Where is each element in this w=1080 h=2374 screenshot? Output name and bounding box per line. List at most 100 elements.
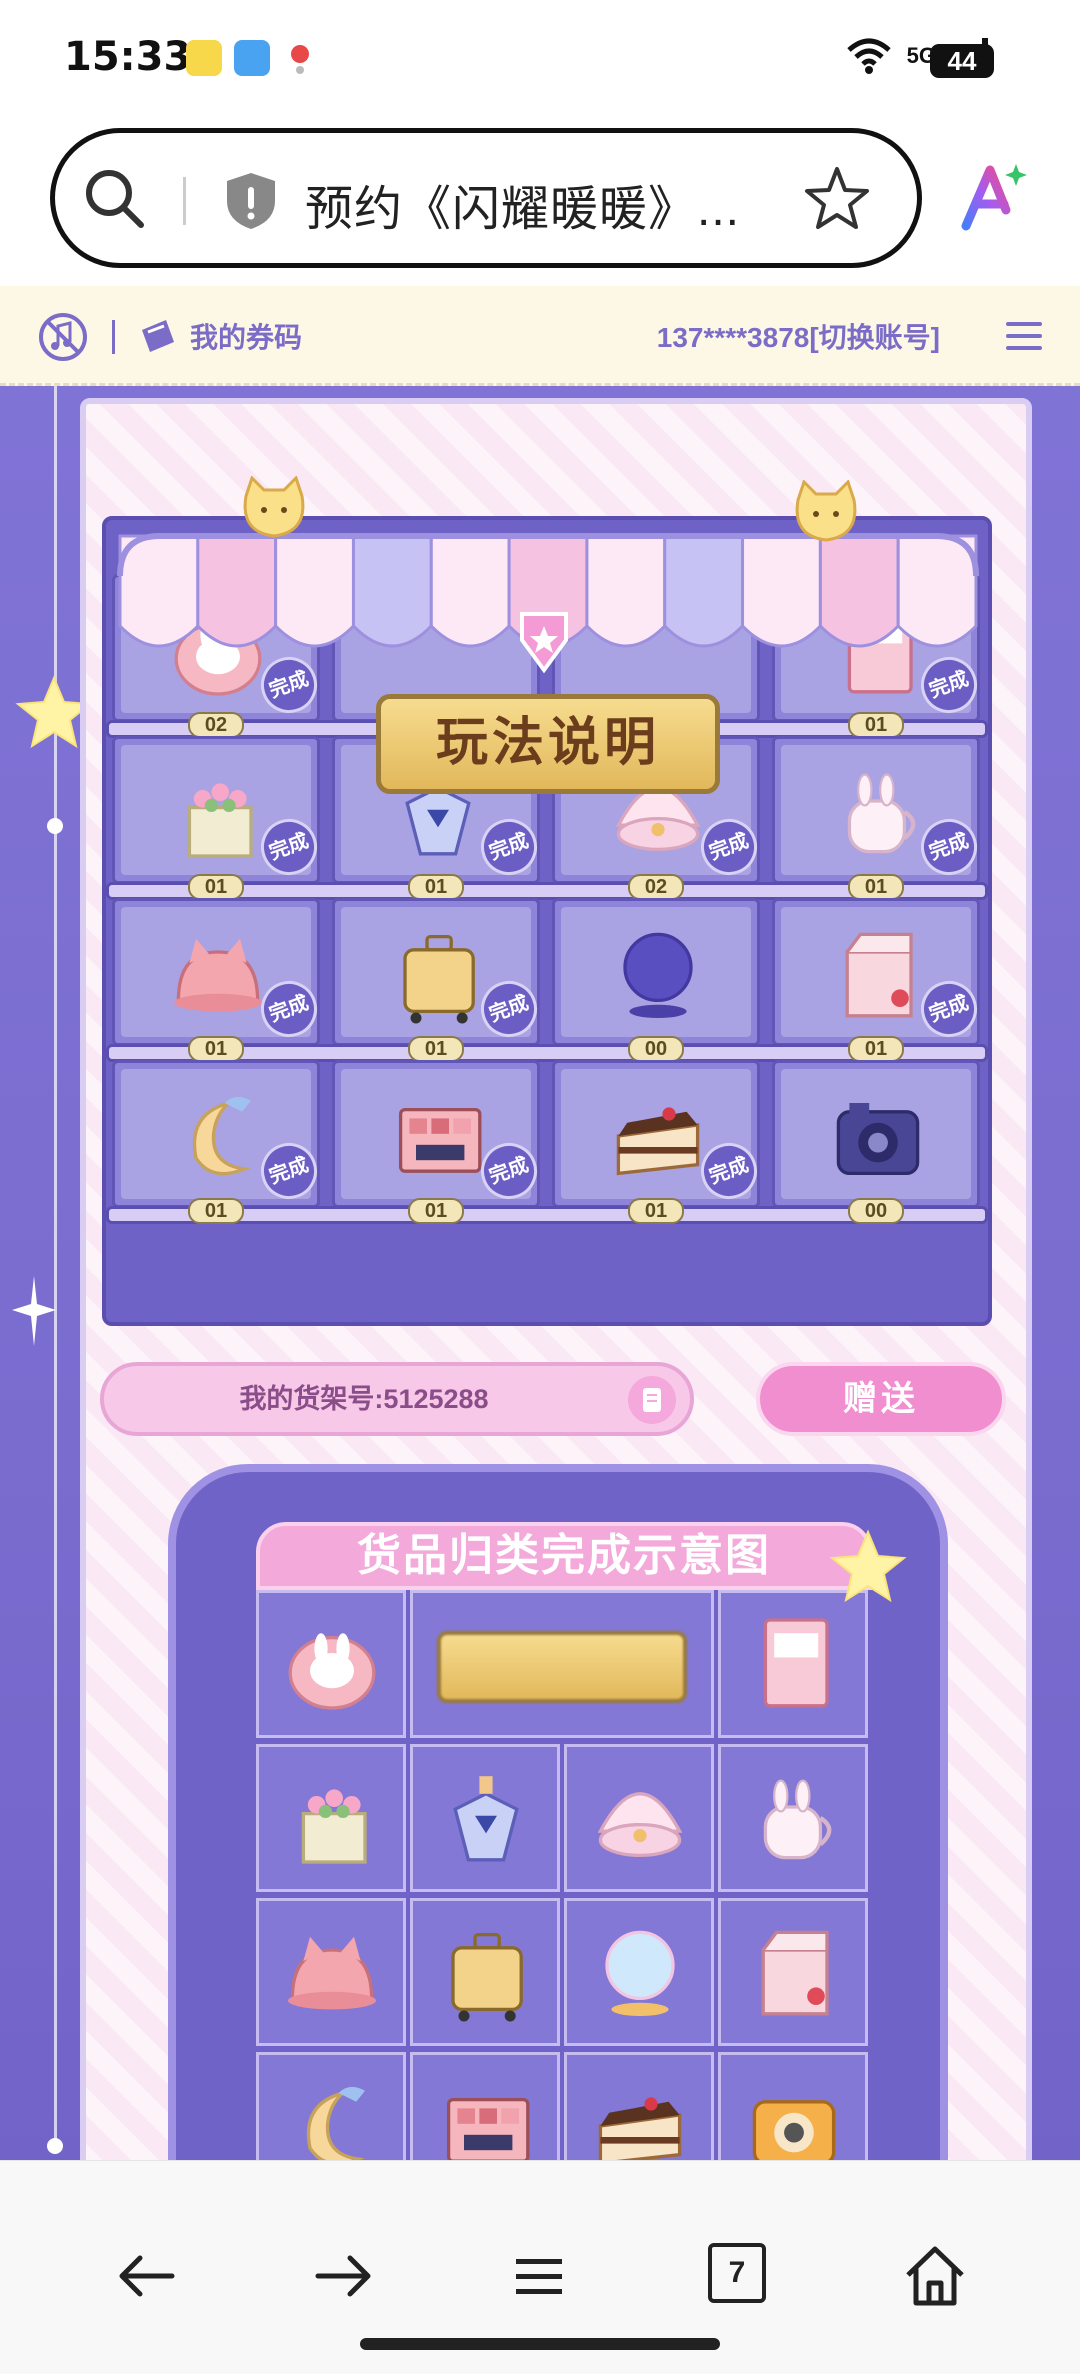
item-count: 01: [188, 1198, 244, 1224]
shell-ring-icon: [597, 1792, 683, 1858]
diagram-cell: [718, 1590, 868, 1738]
diagram-cell: [410, 1898, 560, 2046]
copy-icon: [643, 1388, 661, 1412]
app-notification-icon: [186, 40, 222, 76]
diagram-cell: [410, 1744, 560, 1892]
shelf-number-field: 我的货架号:5125288: [100, 1362, 694, 1436]
flower-basket-icon: [187, 783, 253, 858]
menu-icon[interactable]: [504, 2241, 574, 2311]
diagram-cell: [564, 2052, 714, 2160]
sparkle-star-icon: [829, 1529, 907, 1603]
suitcase-icon: [403, 934, 475, 1024]
shelf-slot[interactable]: [772, 1060, 980, 1208]
diagram-cell: [256, 1744, 406, 1892]
photo-album-icon: [763, 1618, 829, 1708]
home-icon[interactable]: [900, 2241, 970, 2311]
bunny-mug-icon: [763, 1779, 832, 1860]
star-icon[interactable]: [803, 165, 871, 233]
shelf-slot[interactable]: 完成: [332, 898, 545, 1046]
wifi-icon: [846, 38, 891, 74]
suitcase-icon: [451, 1932, 523, 2022]
tabs-button[interactable]: 7: [708, 2243, 766, 2303]
item-count: 00: [628, 1036, 684, 1062]
item-count: 01: [848, 874, 904, 900]
bunny-backpack-icon: [288, 1633, 376, 1710]
ticket-icon[interactable]: [138, 316, 178, 356]
forward-arrow-icon[interactable]: [308, 2241, 378, 2311]
shelf-slot[interactable]: 完成: [552, 1060, 765, 1208]
cat-mascot-icon: [795, 480, 857, 542]
bunny-mug-icon: [847, 773, 916, 854]
makeup-palette-icon: [398, 1107, 482, 1173]
flower-basket-icon: [301, 1789, 367, 1864]
status-bar: 15:33 5G 44: [0, 0, 1080, 120]
shelf-row: 完成 完成 完成 01 01 01 00: [106, 1060, 988, 1224]
cat-hat-icon: [174, 938, 262, 1012]
weather-icon: [234, 40, 270, 76]
diagram-cell: [564, 1744, 714, 1892]
makeup-palette-icon: [446, 2097, 530, 2160]
search-icon[interactable]: [83, 167, 147, 231]
shelf-slot[interactable]: 完成: [772, 898, 985, 1046]
status-time: 15:33: [64, 34, 192, 80]
crystal-ball-icon: [605, 1930, 675, 2016]
diagram-cell: [256, 1590, 406, 1738]
shelf-slot[interactable]: [552, 898, 760, 1046]
divider: [183, 177, 186, 225]
ai-assistant-icon[interactable]: [958, 160, 1030, 232]
shelf-slot[interactable]: 完成: [112, 736, 325, 884]
cake-slice-icon: [616, 1107, 700, 1176]
diagram-title: 货品归类完成示意图: [256, 1522, 872, 1590]
item-count: 01: [188, 1036, 244, 1062]
decorative-dot: [47, 2138, 63, 2154]
decorative-dot: [47, 818, 63, 834]
game-top-bar: 我的券码 137****3878[切换账号]: [0, 286, 1080, 386]
diagram-rules-slot: [410, 1590, 714, 1738]
divider: [112, 320, 115, 354]
diagram-cell: [564, 1898, 714, 2046]
copy-button[interactable]: [628, 1376, 676, 1424]
item-count: 01: [408, 1198, 464, 1224]
account-switch-link[interactable]: 137****3878[切换账号]: [657, 316, 940, 356]
diagram-cell: [410, 2052, 560, 2160]
gift-button[interactable]: 赠送: [756, 1362, 1006, 1436]
menu-icon[interactable]: [1004, 316, 1044, 356]
shelf-row: 完成 完成 完成 01 01 00 01: [106, 898, 988, 1062]
cake-slice-icon: [598, 2097, 682, 2160]
pointer-down-icon: [520, 612, 568, 674]
shelf-slot[interactable]: 完成: [112, 1060, 325, 1208]
rules-button[interactable]: 玩法说明: [376, 694, 720, 794]
music-off-icon[interactable]: [38, 312, 88, 362]
home-indicator: [360, 2338, 720, 2350]
perfume-bottle-icon: [453, 1776, 519, 1862]
sparkle-icon: [12, 1276, 56, 1346]
camera-icon: [752, 2100, 836, 2160]
item-count: 01: [408, 874, 464, 900]
diagram-cell: [718, 1898, 868, 2046]
cat-mascot-icon: [243, 476, 305, 538]
crystal-ball-icon: [623, 932, 693, 1018]
address-bar[interactable]: 预约《闪耀暖暖》...: [50, 128, 922, 268]
item-count: 01: [188, 874, 244, 900]
shield-icon[interactable]: [223, 171, 279, 231]
camera-icon: [836, 1103, 920, 1176]
shelf-slot[interactable]: 完成: [112, 898, 325, 1046]
back-arrow-icon[interactable]: [112, 2241, 182, 2311]
cat-hat-icon: [288, 1936, 376, 2010]
location-icon: [282, 40, 318, 76]
shelf-slot[interactable]: 完成: [332, 1060, 545, 1208]
moon-pillow-icon: [306, 2086, 365, 2160]
milk-carton-icon: [761, 1930, 829, 2016]
item-count: 02: [628, 874, 684, 900]
item-count: 02: [188, 712, 244, 738]
page-title[interactable]: 预约《闪耀暖暖》...: [305, 169, 740, 239]
item-count: 01: [848, 1036, 904, 1062]
diagram-cell: [256, 2052, 406, 2160]
diagram-cell: [718, 2052, 868, 2160]
battery-indicator: 44: [930, 44, 994, 78]
moon-pillow-icon: [192, 1096, 251, 1176]
game-stage: 完成 完成 02 01 完成 完成 完成 完成 01 01 02 01 完成 完成 完成 01 01 00 01 完成…: [0, 386, 1080, 2160]
blurred-sign: [437, 1631, 687, 1703]
my-vouchers-link[interactable]: 我的券码: [190, 316, 302, 356]
shelf-slot[interactable]: 完成: [772, 736, 985, 884]
